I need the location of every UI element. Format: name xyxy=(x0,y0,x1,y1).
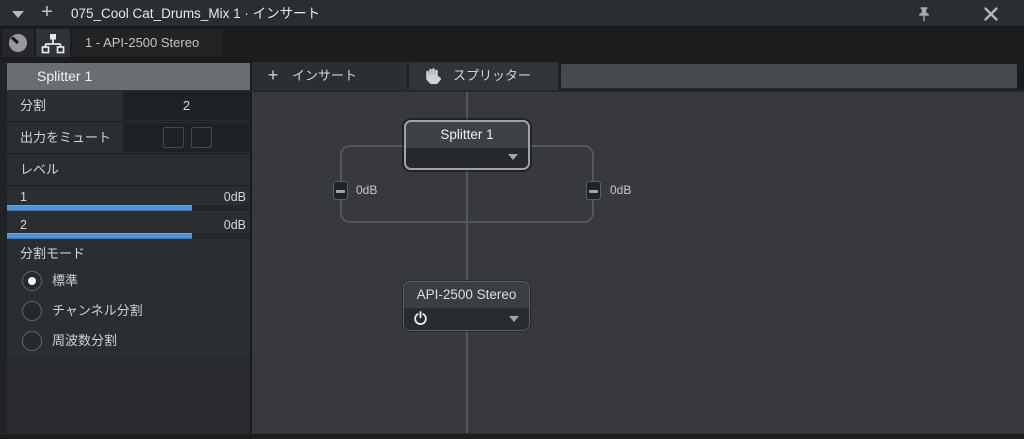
mute-output-1-checkbox[interactable] xyxy=(163,127,184,148)
tab-insert[interactable]: + インサート xyxy=(250,62,407,90)
mute-well xyxy=(123,123,250,152)
level-slider-1-fill xyxy=(7,205,192,211)
split-label: 分割 xyxy=(20,90,46,121)
window-title: 075_Cool Cat_Drums_Mix 1 · インサート xyxy=(71,0,320,27)
tab-splitter-label: スプリッター xyxy=(453,62,531,90)
plugin-node-body xyxy=(404,308,529,330)
split-count-value[interactable]: 2 xyxy=(123,91,250,120)
plugin-bypass-button[interactable] xyxy=(413,311,429,327)
branch-gain-handle-left[interactable] xyxy=(333,181,348,200)
mute-output-2-checkbox[interactable] xyxy=(191,127,212,148)
split-mode-label: 分割モード xyxy=(20,242,85,266)
radio-unselected-icon xyxy=(22,331,42,351)
radio-selected-icon xyxy=(22,271,42,291)
hand-pan-icon xyxy=(424,67,442,85)
routing-canvas[interactable] xyxy=(252,92,1024,433)
level-slider-1[interactable] xyxy=(7,205,250,211)
slider-2-label: 2 xyxy=(20,215,27,233)
level-slider-2[interactable] xyxy=(7,233,250,239)
header-filler xyxy=(561,64,1017,89)
plugin-node[interactable]: API-2500 Stereo xyxy=(403,281,530,331)
pin-button[interactable] xyxy=(916,6,932,22)
split-mode-frequency-radio[interactable]: 周波数分割 xyxy=(7,326,250,356)
splitter-node-caret-icon[interactable] xyxy=(508,154,518,160)
fader-handle-icon xyxy=(336,190,345,193)
pin-icon xyxy=(916,6,932,22)
fader-handle-icon xyxy=(589,190,598,193)
tab-splitter[interactable]: スプリッター xyxy=(409,62,558,90)
splitter-node[interactable]: Splitter 1 xyxy=(404,120,530,170)
routing-view-button[interactable] xyxy=(36,29,70,57)
split-count-field[interactable]: 2 xyxy=(123,91,250,120)
sidebar-gutter xyxy=(0,90,7,433)
close-icon xyxy=(983,6,999,22)
slider-1-value: 0dB xyxy=(150,187,246,205)
sidebar-empty-area xyxy=(7,356,250,433)
selected-node-header: Splitter 1 xyxy=(7,63,250,90)
level-slider-2-fill xyxy=(7,233,192,239)
split-mode-channel-radio[interactable]: チャンネル分割 xyxy=(7,296,250,326)
mute-label: 出力をミュート xyxy=(20,122,111,153)
power-icon xyxy=(413,311,428,326)
plugin-node-caret-icon[interactable] xyxy=(509,316,519,322)
plugin-node-title: API-2500 Stereo xyxy=(404,282,529,308)
knob-view-button[interactable] xyxy=(2,29,34,57)
row-separator xyxy=(7,185,250,186)
window-bottom-edge xyxy=(0,433,1024,439)
splitter-editor-window: + 075_Cool Cat_Drums_Mix 1 · インサート 1 - A… xyxy=(0,0,1024,439)
knob-icon xyxy=(8,33,28,53)
add-insert-button[interactable]: + xyxy=(36,0,58,26)
plus-icon: + xyxy=(264,62,282,90)
level-label: レベル xyxy=(20,154,59,185)
radio-unselected-icon xyxy=(22,301,42,321)
tab-insert-label: インサート xyxy=(292,62,357,90)
routing-icon xyxy=(41,33,65,54)
dropdown-caret-icon[interactable] xyxy=(12,11,24,18)
header-gutter xyxy=(0,62,7,90)
splitter-node-title: Splitter 1 xyxy=(406,122,528,148)
branch-gain-handle-right[interactable] xyxy=(586,181,601,200)
split-mode-standard-radio[interactable]: 標準 xyxy=(7,266,250,296)
close-button[interactable] xyxy=(983,6,999,22)
plugin-tab[interactable]: 1 - API-2500 Stereo xyxy=(72,29,222,56)
left-branch-gain-label: 0dB xyxy=(356,182,377,198)
radio-label: 周波数分割 xyxy=(52,326,117,356)
slider-1-label: 1 xyxy=(20,187,27,205)
radio-label: 標準 xyxy=(52,266,78,296)
radio-label: チャンネル分割 xyxy=(52,296,143,326)
splitter-node-body xyxy=(406,148,528,168)
slider-2-value: 0dB xyxy=(150,215,246,233)
right-branch-gain-label: 0dB xyxy=(610,182,631,198)
